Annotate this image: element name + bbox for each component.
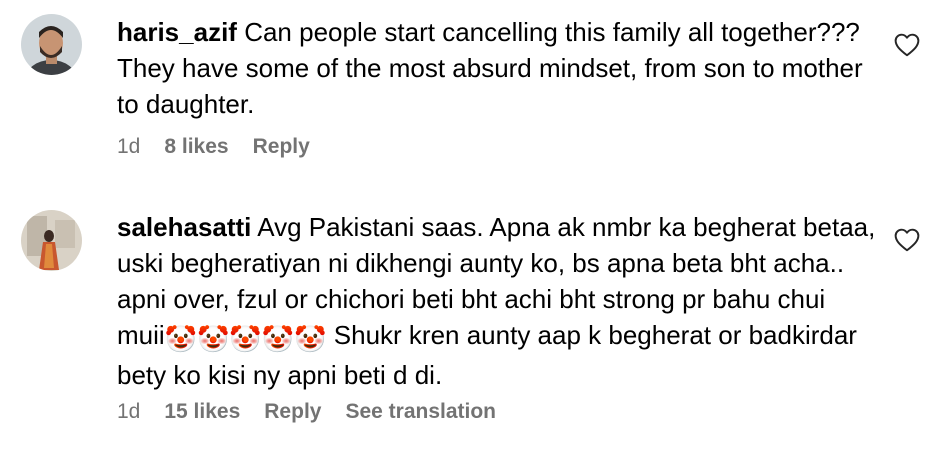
reply-button[interactable]: Reply [264, 398, 321, 426]
heart-outline-icon[interactable] [894, 228, 920, 252]
comment-username[interactable]: haris_azif [117, 17, 237, 47]
avatar-image [21, 210, 82, 271]
comment-username[interactable]: salehasatti [117, 212, 251, 242]
comment-body: haris_azif Can people start cancelling t… [117, 14, 877, 122]
comment-time: 1d [117, 135, 141, 158]
comment-body: salehasatti Avg Pakistani saas. Apna ak … [117, 209, 877, 393]
comment-meta: 1d 15 likes Reply See translation [117, 398, 520, 426]
comment-time: 1d [117, 400, 141, 423]
clown-face-emoji: 🤡🤡🤡🤡🤡 [164, 324, 327, 354]
avatar-haris-azif[interactable] [21, 14, 82, 75]
see-translation-button[interactable]: See translation [345, 398, 496, 426]
likes-count[interactable]: 15 likes [164, 398, 240, 426]
likes-count[interactable]: 8 likes [164, 133, 228, 161]
reply-button[interactable]: Reply [253, 133, 310, 161]
heart-outline-icon[interactable] [894, 33, 920, 57]
comment-meta: 1d 8 likes Reply [117, 133, 334, 161]
avatar-salehasatti[interactable] [21, 210, 82, 271]
avatar-image [21, 14, 82, 75]
